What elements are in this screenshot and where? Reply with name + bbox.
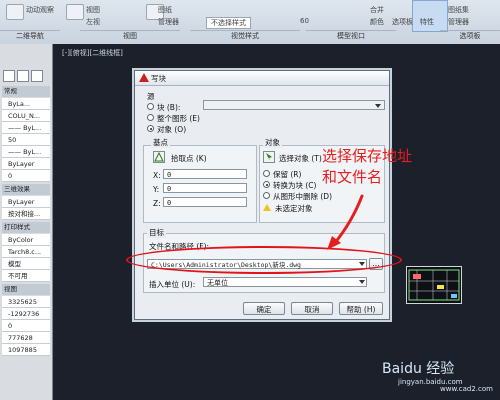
annotation-text: 选择保存地址 和文件名 <box>322 146 412 188</box>
annotation-arrow-icon <box>327 194 364 250</box>
annotation-line-2: 和文件名 <box>322 168 383 186</box>
annotation-line-1: 选择保存地址 <box>322 147 413 165</box>
